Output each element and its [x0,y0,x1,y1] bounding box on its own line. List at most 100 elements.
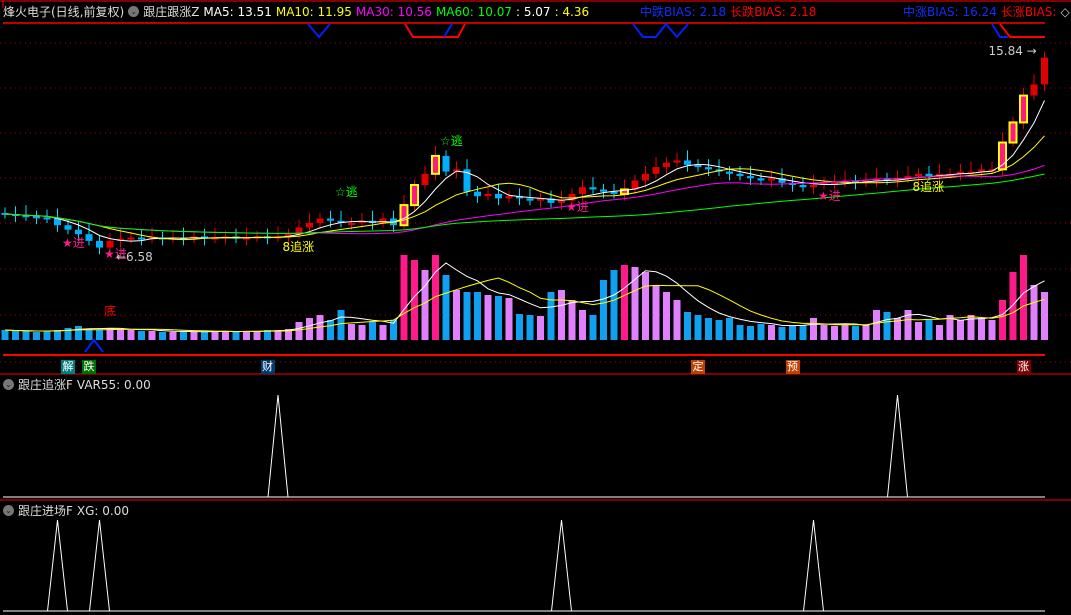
candle-body [379,218,387,223]
volume-bar [190,332,198,340]
volume-bar [400,255,408,340]
volume-bar [999,300,1006,340]
candle-body [505,196,513,199]
long-down-bias: 长跌BIAS: 2.18 [730,5,817,19]
volume-bar [211,331,219,340]
indicator-peak [887,394,908,498]
panel2-value: XG: 0.00 [76,503,130,518]
volume-bar [327,320,334,340]
indicator-peak [89,519,110,612]
indicator-name: 跟庄跟涨Z [143,5,200,19]
volume-bar [379,325,387,340]
candle-body [747,176,754,179]
ma5-value: MA5: 13.51 [203,4,272,19]
candle-body [348,222,355,225]
volume-bar [915,322,922,340]
candle-body [799,184,807,188]
indicator-peak [47,519,68,612]
indicator-menu-icon[interactable]: ⌄ [128,6,140,17]
volume-bar [820,325,828,340]
volume-bar [684,312,691,340]
candle-body [306,222,313,228]
candle-body [96,240,103,248]
volume-bar [22,331,30,340]
volume-bar [862,325,870,340]
candle-body [316,218,324,223]
volume-bar [495,296,502,340]
chart-annotation: ★进 [62,235,85,250]
frame [0,0,1071,501]
volume-bar [148,331,156,340]
ma10-line [4,135,1045,241]
volume-bar [12,331,19,340]
volume-bar [516,314,523,340]
volume-bar [789,326,796,340]
candlesticks [1,52,1048,255]
candle-body [925,173,933,177]
candle-body [663,162,670,168]
volume-bar [253,331,261,340]
panel1-menu-icon[interactable]: ⌄ [3,379,14,390]
volume-bar [747,326,754,340]
panel2-title: 跟庄进场F [18,504,73,518]
value-2: : 4.36 [554,4,590,19]
volume-bar [180,331,187,340]
candle-body [705,167,712,170]
mid-up-bias: 中涨BIAS: 16.24 [903,5,997,19]
volume-bar [85,329,93,340]
diamond-icon[interactable]: ◇ [1060,5,1069,19]
candle-body [1041,57,1048,85]
volume-bar [295,322,303,340]
volume-bar [1030,285,1038,340]
volume-bar [600,280,607,340]
volume-bar [526,315,534,340]
volume-bar [96,330,103,340]
candle-body [421,173,429,185]
candle-body [736,173,744,177]
xg-indicator [3,519,1045,612]
volume-bar [505,298,513,340]
chart-canvas [0,0,1071,612]
volume-bar [621,265,628,340]
volume-bar [453,290,460,340]
stock-name: 烽火电子(日线,前复权) [3,5,125,19]
volume-bar [799,325,807,340]
panel1-title: 跟庄追涨F [18,378,73,392]
moving-averages [4,100,1045,333]
volume-bar [558,290,565,340]
chart-annotation: 8追涨 [282,240,315,255]
volume-bar [75,326,82,340]
signal-marker: 涨 [1016,360,1031,374]
volume-bar [642,272,649,340]
panel2-menu-icon[interactable]: ⌄ [3,505,14,516]
volume-bar [169,332,177,340]
candle-body [526,198,534,201]
volume-bar [232,332,240,340]
candle-body [43,217,51,220]
bias-header-2: 中涨BIAS: 16.24 长涨BIAS: ◇ [903,3,1070,20]
volume-bar [138,331,145,340]
signal-marker: 解 [61,360,75,374]
indicator-peak [803,519,824,612]
volume-bar [243,331,250,340]
var55-indicator [3,394,1045,498]
signal-marker: 定 [691,360,705,374]
volume-bar [463,292,471,340]
volume-bar [652,285,660,340]
volume-bar [883,312,891,340]
volume-bar [201,332,208,340]
volume-bar [726,318,733,340]
volume-bars [1,255,1048,340]
ma60-value: MA60: 10.07 [435,4,512,19]
volume-bar [117,329,124,340]
ma30-value: MA30: 10.56 [355,4,432,19]
candle-body [474,191,481,197]
volume-bar [841,325,849,340]
volume-bar [757,324,765,340]
value-1: : 5.07 [515,4,551,19]
volume-bar [358,325,366,340]
candle-body [579,187,586,194]
volume-bar [831,326,838,340]
chart-annotation: 8追涨 [912,179,945,194]
volume-bar [421,270,429,340]
